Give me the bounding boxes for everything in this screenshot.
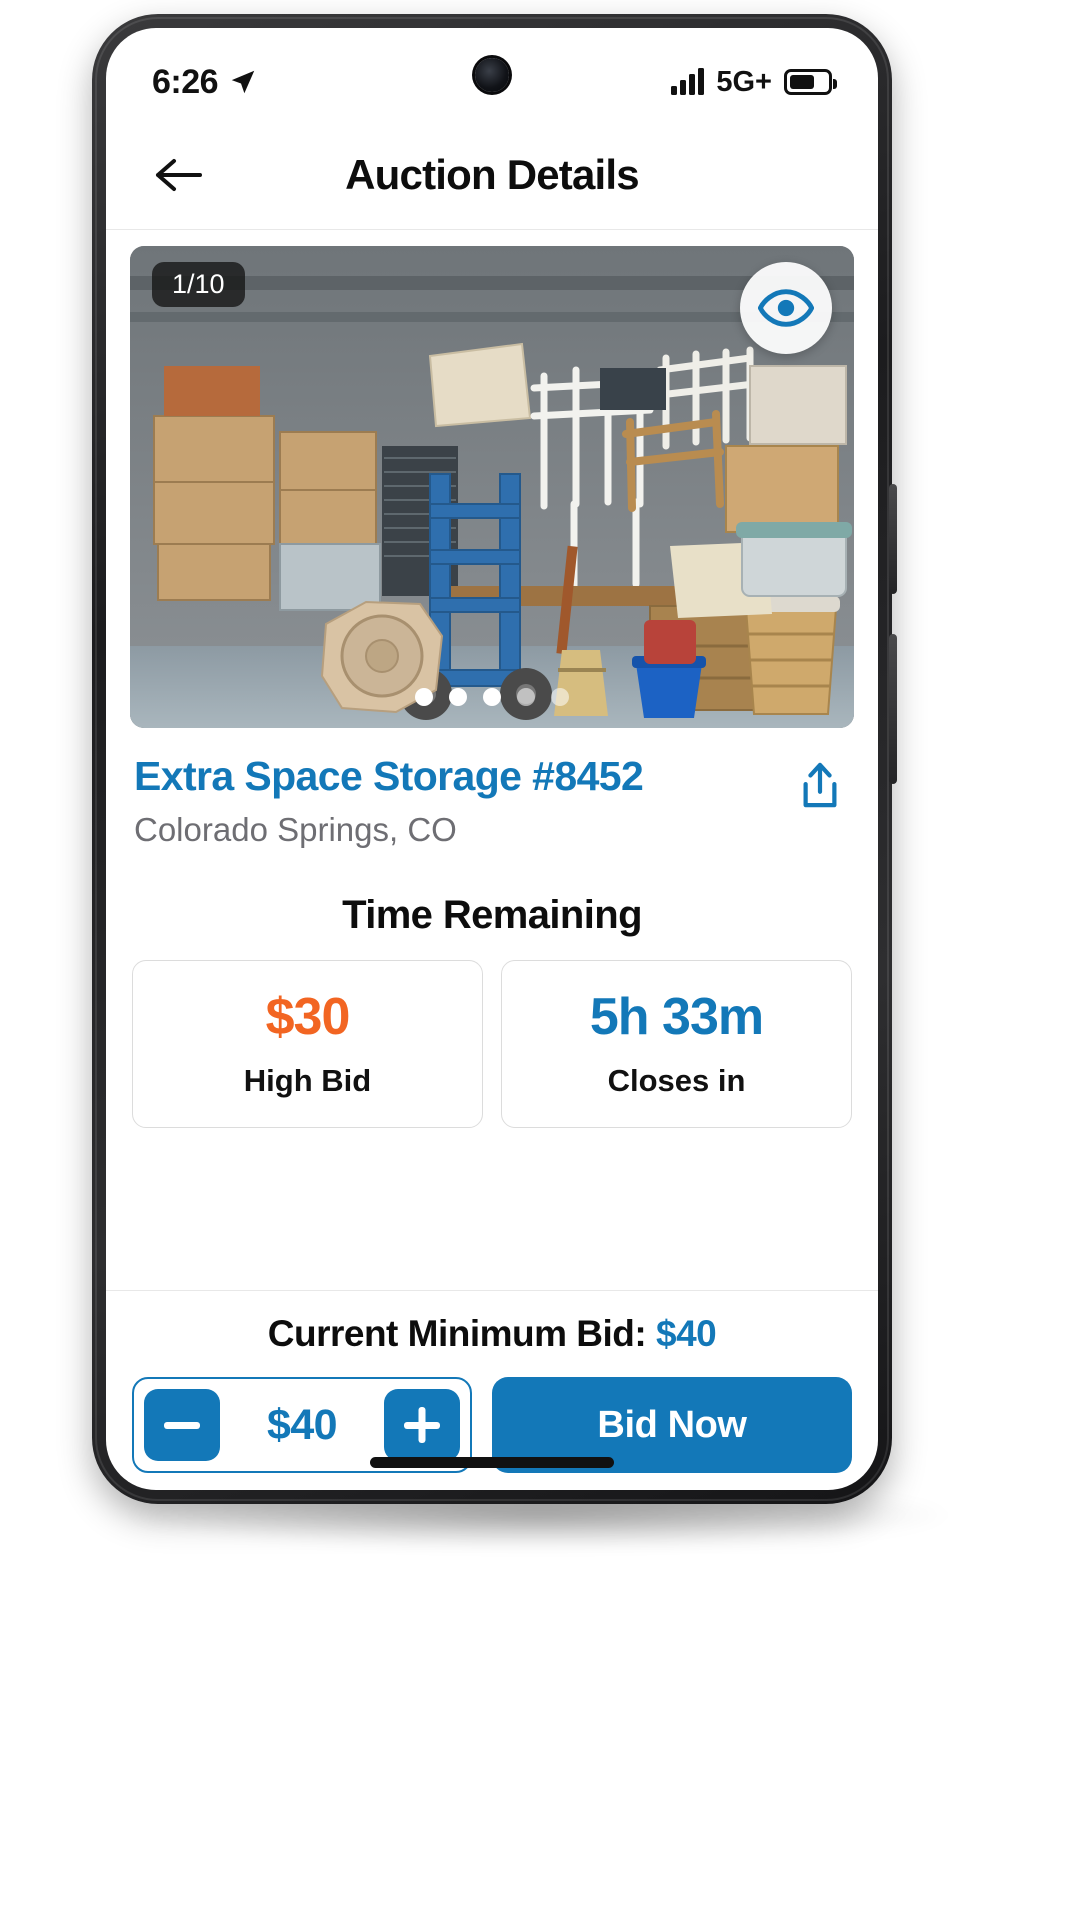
image-counter: 1/10 bbox=[152, 262, 245, 307]
current-minimum-bid-label: Current Minimum Bid: bbox=[267, 1313, 647, 1354]
signal-bars-icon bbox=[671, 68, 705, 95]
carousel-dot[interactable] bbox=[449, 688, 467, 706]
auction-stats: $30 High Bid 5h 33m Closes in bbox=[106, 938, 878, 1154]
share-icon bbox=[803, 762, 837, 808]
carousel-dot[interactable] bbox=[551, 688, 569, 706]
back-arrow-icon bbox=[156, 158, 202, 191]
status-time-group: 6:26 bbox=[152, 63, 258, 102]
plus-icon bbox=[403, 1421, 440, 1429]
status-time: 6:26 bbox=[152, 62, 219, 101]
image-carousel[interactable]: 1/10 bbox=[130, 246, 854, 728]
share-button[interactable] bbox=[790, 754, 850, 818]
battery-icon bbox=[784, 69, 837, 95]
status-indicators: 5G+ bbox=[671, 65, 837, 99]
carousel-dot[interactable] bbox=[415, 688, 433, 706]
high-bid-label: High Bid bbox=[243, 1063, 372, 1099]
network-label: 5G+ bbox=[716, 65, 772, 98]
watch-auction-button[interactable] bbox=[740, 262, 832, 354]
listing-meta: Extra Space Storage #8452 Colorado Sprin… bbox=[106, 728, 878, 849]
volume-button[interactable] bbox=[889, 634, 897, 784]
current-minimum-bid-amount: $40 bbox=[656, 1313, 717, 1354]
high-bid-value: $30 bbox=[265, 988, 351, 1047]
listing-location: Colorado Springs, CO bbox=[134, 811, 457, 849]
carousel-dot[interactable] bbox=[517, 688, 535, 706]
listing-text-group: Extra Space Storage #8452 Colorado Sprin… bbox=[134, 753, 644, 849]
bid-amount-value[interactable]: $40 bbox=[267, 1401, 338, 1450]
high-bid-card: $30 High Bid bbox=[132, 960, 483, 1129]
closes-in-value: 5h 33m bbox=[589, 988, 764, 1047]
phone-mockup: 6:26 5G+ Auction Details 1/10 Extra Spac… bbox=[0, 0, 1080, 1920]
carousel-dots[interactable] bbox=[415, 688, 569, 706]
listing-title[interactable]: Extra Space Storage #8452 bbox=[134, 753, 644, 799]
minus-icon bbox=[164, 1421, 200, 1429]
back-button[interactable] bbox=[146, 143, 210, 207]
status-bar: 6:26 5G+ bbox=[106, 28, 878, 120]
home-indicator bbox=[370, 1457, 614, 1468]
increment-bid-button[interactable] bbox=[383, 1389, 460, 1461]
page-title: Auction Details bbox=[345, 150, 640, 198]
time-remaining-heading: Time Remaining bbox=[342, 893, 642, 938]
front-camera bbox=[475, 58, 509, 92]
closes-in-card: 5h 33m Closes in bbox=[501, 960, 852, 1129]
decrement-bid-button[interactable] bbox=[144, 1389, 220, 1461]
carousel-dot[interactable] bbox=[483, 688, 501, 706]
phone-screen: 6:26 5G+ Auction Details 1/10 Extra Spac… bbox=[106, 28, 878, 1490]
eye-icon bbox=[758, 289, 814, 327]
app-header: Auction Details bbox=[106, 120, 878, 230]
current-minimum-bid: Current Minimum Bid: $40 bbox=[132, 1313, 852, 1355]
scroll-content: 1/10 Extra Space Storage #8452 Colorado … bbox=[106, 230, 878, 1290]
location-arrow-icon bbox=[231, 70, 255, 94]
power-button[interactable] bbox=[889, 484, 897, 594]
closes-in-label: Closes in bbox=[607, 1063, 746, 1099]
